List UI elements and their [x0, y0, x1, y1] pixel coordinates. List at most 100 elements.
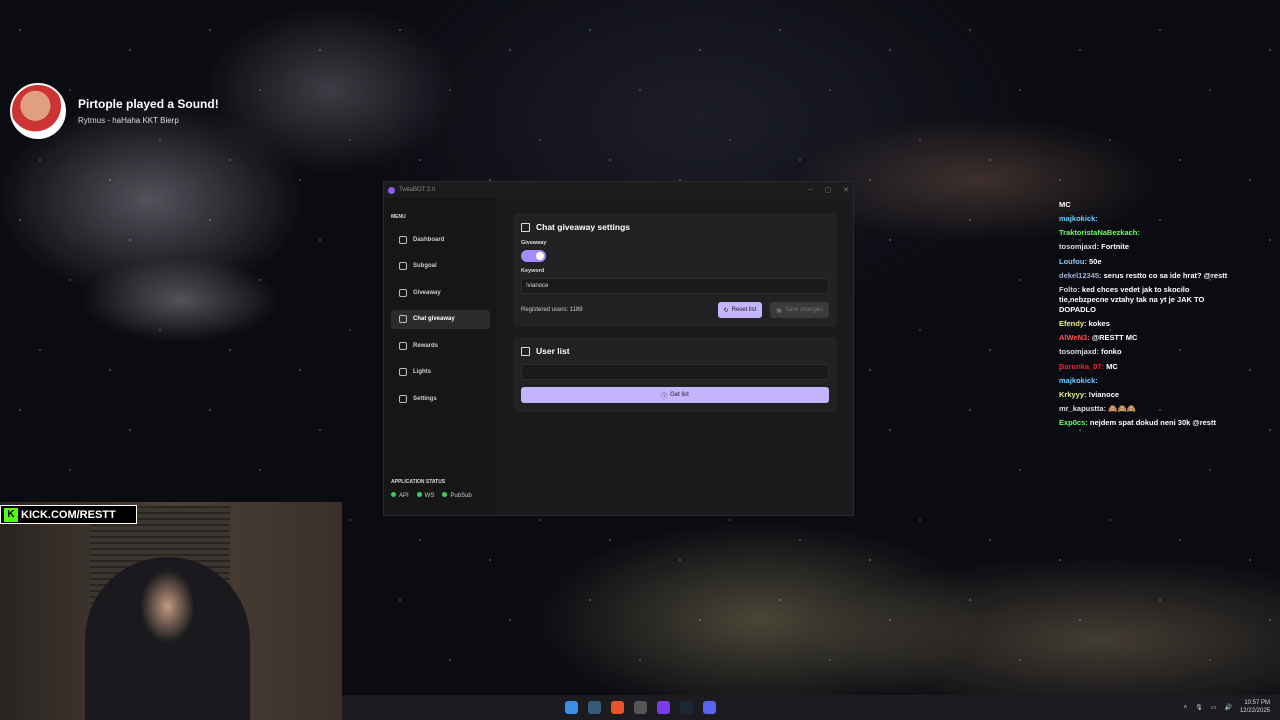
refresh-icon: ↻	[723, 307, 729, 314]
status-pubsub: PubSub	[442, 492, 472, 499]
sidebar-item-chat-giveaway[interactable]: Chat giveaway	[391, 309, 490, 329]
chat-text: 50e	[1089, 256, 1102, 266]
app-icon	[388, 186, 395, 194]
chat-username: AlWeN3:	[1059, 333, 1090, 343]
streamer	[85, 557, 250, 720]
chat-text: MC	[1059, 200, 1071, 209]
kick-url: KICK.COM/RESTT	[21, 508, 116, 521]
sidebar-item-dashboard[interactable]: Dashboard	[391, 230, 490, 249]
save-changes-button[interactable]: ▣ Save changes	[770, 302, 829, 318]
chat-username: Barunka_07:	[1059, 361, 1105, 371]
sidebar-item-label: Lights	[413, 369, 431, 375]
keyword-input[interactable]: !vianoce	[521, 278, 829, 294]
chevron-up-icon[interactable]: ˄	[1184, 705, 1188, 711]
status-label: APPLICATION STATUS	[391, 479, 446, 485]
reset-list-button[interactable]: ↻ Reset list	[717, 302, 763, 318]
microphone-icon[interactable]: 🎙	[1195, 704, 1203, 711]
chat-username: TraktoristaNaBezkach:	[1059, 228, 1140, 238]
chat-username: dekel12345:	[1059, 270, 1102, 280]
maximize-icon[interactable]: ▢	[825, 186, 832, 194]
chat-message: majkokick:	[1059, 376, 1229, 386]
avatar	[10, 83, 66, 139]
menu-label: MENU	[391, 214, 406, 220]
info-icon: ⓘ	[661, 393, 668, 400]
user-list-card: User list ⓘ Get list	[513, 337, 837, 412]
settings-card-title: Chat giveaway settings	[521, 222, 829, 232]
chat-text: ked chces vedet jak to skocilo tie,nebzp…	[1059, 284, 1205, 314]
volume-icon[interactable]: 🔊	[1224, 704, 1231, 711]
discord-icon[interactable]	[703, 701, 716, 714]
chat-text: kokes	[1088, 319, 1110, 329]
chat-username: majkokick:	[1059, 214, 1098, 224]
chat-message: Loufou: 50e	[1059, 257, 1229, 267]
chat-text: nejdem spat dokud neni 30k @restt	[1089, 418, 1216, 427]
status-dot-icon	[391, 492, 396, 497]
brave-browser-icon[interactable]	[611, 701, 624, 714]
chat-text: serus restto co sa ide hrat? @restt	[1103, 270, 1228, 280]
chat-message: AlWeN3: @RESTT MC	[1059, 333, 1229, 343]
steam-icon[interactable]	[680, 701, 693, 714]
chat-message: Krkyyy: !vianoce	[1059, 390, 1229, 400]
sidebar-item-giveaway[interactable]: Giveaway	[391, 283, 490, 302]
chat-message: tosomjaxd: Fortnite	[1059, 242, 1229, 252]
chat-username: Exp0cs:	[1059, 418, 1088, 427]
clock-time: 10:57 PM	[1244, 699, 1270, 706]
chat-username: mr_kapustta:	[1059, 403, 1107, 413]
sidebar-item-label: Settings	[413, 395, 437, 402]
chat-message: mr_kapustta: 🙈🙈🙈	[1059, 404, 1229, 414]
application-status: APPLICATION STATUS API WS PubSub	[391, 479, 472, 499]
sidebar-item-label: Dashboard	[413, 236, 445, 243]
clock[interactable]: 10:57 PM 12/22/2025	[1240, 700, 1270, 716]
chat-message: Exp0cs: nejdem spat dokud neni 30k @rest…	[1059, 418, 1229, 428]
gift-icon	[521, 222, 530, 232]
network-icon[interactable]: ▭	[1211, 704, 1217, 711]
sidebar-item-settings[interactable]: Settings	[391, 389, 490, 408]
save-icon: ▣	[776, 307, 782, 314]
user-list-field[interactable]	[521, 364, 829, 380]
chat-username: tosomjaxd:	[1059, 347, 1100, 357]
sidebar-item-label: Giveaway	[413, 289, 441, 296]
button-label: Save changes	[784, 307, 823, 313]
user-list-title: User list	[521, 346, 829, 356]
close-icon[interactable]: ✕	[843, 186, 849, 194]
chat-message: TraktoristaNaBezkach:	[1059, 228, 1229, 238]
obs-icon[interactable]	[634, 701, 647, 714]
sidebar-item-subgoal[interactable]: Subgoal	[391, 257, 490, 276]
button-label: Reset list	[731, 307, 757, 313]
giveaway-toggle[interactable]	[521, 250, 546, 262]
chat-username: Loufou:	[1059, 256, 1087, 266]
minimize-icon[interactable]: –	[809, 186, 813, 194]
wrench-icon	[399, 394, 407, 403]
sidebar-item-lights[interactable]: Lights	[391, 363, 490, 382]
sidebar-item-label: Subgoal	[413, 263, 437, 269]
status-api: API	[391, 492, 409, 499]
gift-icon	[399, 315, 407, 323]
chat-text: fonko	[1101, 347, 1122, 357]
card-title-text: User list	[536, 346, 570, 356]
window-title: TwitaBOT 2.0	[399, 187, 436, 193]
chat-message: Efendy: kokes	[1059, 319, 1229, 329]
notification-subtitle: Rytmus - haHaha KKT Bierp	[78, 116, 179, 125]
chat-username: majkokick:	[1059, 375, 1098, 385]
chat-text: !vianoce	[1088, 389, 1120, 399]
bulb-icon	[399, 368, 407, 376]
gift-icon	[521, 346, 530, 356]
status-text: WS	[424, 493, 435, 499]
get-list-button[interactable]: ⓘ Get list	[521, 387, 829, 403]
task-view-icon[interactable]	[588, 701, 601, 714]
sidebar-item-rewards[interactable]: Rewards	[391, 336, 490, 355]
app-window: TwitaBOT 2.0 – ▢ ✕ MENU Dashboard Subgoa…	[383, 181, 854, 516]
chat-username: tosomjaxd:	[1059, 242, 1100, 252]
chat-username: Folto:	[1059, 284, 1080, 294]
status-dot-icon	[442, 492, 448, 497]
windows-start-icon[interactable]	[565, 701, 578, 714]
sound-notification: Pirtople played a Sound! Rytmus - haHaha…	[10, 83, 219, 139]
card-title-text: Chat giveaway settings	[536, 222, 631, 232]
chat-message: MC	[1059, 200, 1229, 210]
webcam-feed	[0, 502, 342, 720]
notification-title: Pirtople played a Sound!	[78, 97, 219, 111]
chat-message: Barunka_07: MC	[1059, 362, 1229, 372]
twitabot-icon[interactable]	[657, 701, 670, 714]
giveaway-label: Giveaway	[521, 240, 547, 246]
status-text: PubSub	[450, 493, 472, 499]
